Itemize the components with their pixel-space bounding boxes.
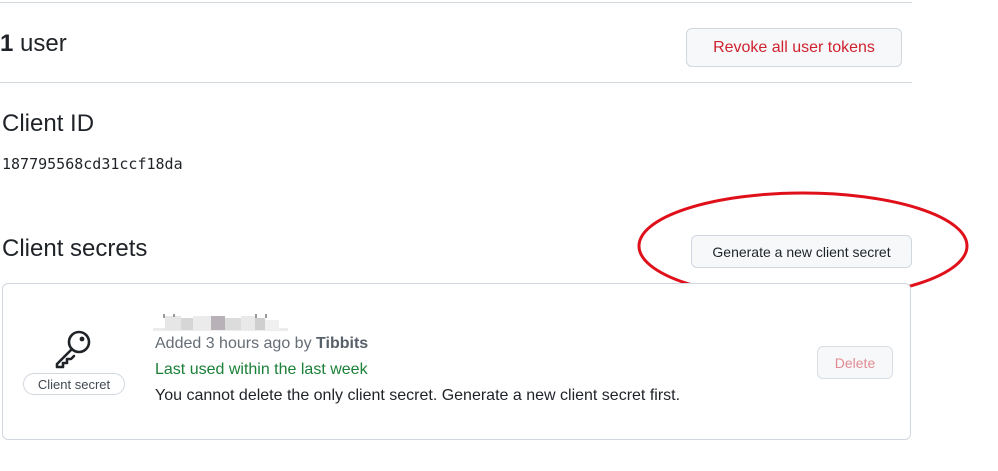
client-secret-badge: Client secret xyxy=(23,373,125,395)
client-secrets-heading: Client secrets xyxy=(2,235,148,262)
secret-last-used: Last used within the last week xyxy=(155,361,368,378)
secret-added-by: Tibbits xyxy=(316,335,369,352)
users-count-heading: 1 user xyxy=(0,30,67,58)
secret-delete-warning: You cannot delete the only client secret… xyxy=(155,387,681,404)
masked-secret-value xyxy=(153,314,288,331)
generate-new-client-secret-button[interactable]: Generate a new client secret xyxy=(691,235,912,268)
secret-added-prefix: Added 3 hours ago by xyxy=(155,335,317,352)
top-divider xyxy=(0,2,912,3)
key-icon xyxy=(55,330,91,369)
client-secret-card: Client secret Added 3 hours ago by Tibbi… xyxy=(2,283,911,440)
users-divider xyxy=(0,82,912,83)
delete-secret-button[interactable]: Delete xyxy=(817,346,893,379)
client-id-heading: Client ID xyxy=(2,110,95,137)
revoke-all-user-tokens-button[interactable]: Revoke all user tokens xyxy=(686,28,902,67)
users-label: user xyxy=(13,30,67,57)
users-count: 1 xyxy=(0,30,14,57)
client-id-value: 187795568cd31ccf18da xyxy=(2,155,183,173)
secret-added-info: Added 3 hours ago by Tibbits xyxy=(155,335,368,353)
